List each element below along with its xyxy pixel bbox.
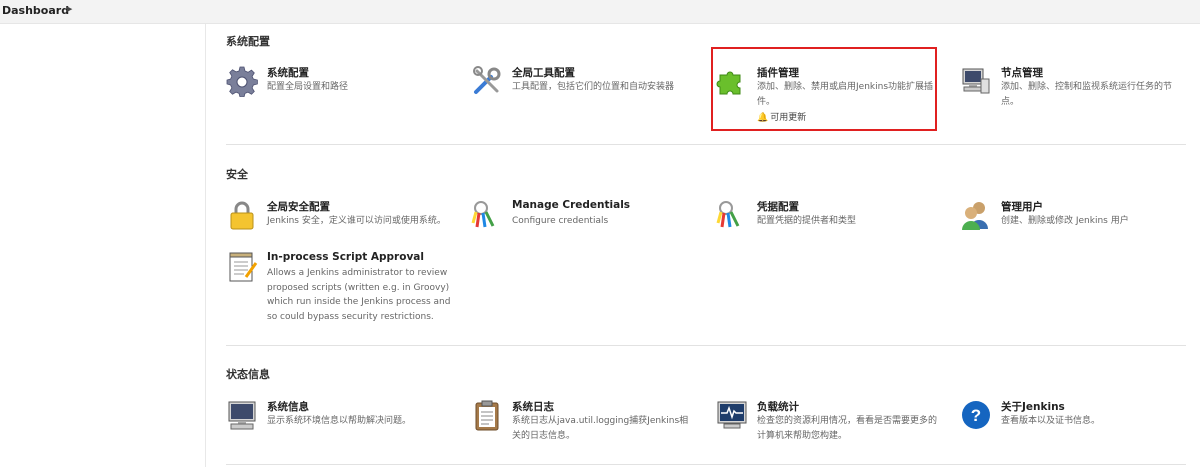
help-icon: ? [960, 399, 992, 431]
item-title: 系统日志 [512, 401, 554, 413]
notepad-icon [226, 251, 258, 283]
pulse-monitor-icon [716, 399, 748, 431]
item-desc: 配置全局设置和路径 [267, 82, 349, 92]
item-desc: 配置凭据的提供者和类型 [757, 216, 857, 226]
users-icon [960, 199, 992, 231]
item-desc: Allows a Jenkins administrator to review… [267, 268, 451, 322]
chevron-right-icon[interactable]: ▶ [67, 5, 72, 13]
svg-text:?: ? [971, 406, 981, 425]
highlight-box [711, 47, 937, 131]
side-panel [0, 24, 206, 467]
item-title: 全局安全配置 [267, 201, 330, 213]
gear-icon [226, 65, 258, 97]
item-desc: 检查您的资源利用情况，看看是否需要更多的计算机来帮助您构建。 [757, 416, 938, 441]
item-title: In-process Script Approval [267, 251, 424, 263]
item-title: Manage Credentials [512, 199, 631, 211]
item-title: 系统配置 [267, 67, 309, 79]
item-title: 负载统计 [757, 401, 799, 413]
item-desc: 添加、删除、控制和监视系统运行任务的节点。 [1001, 82, 1173, 107]
item-desc: Configure credentials [512, 216, 609, 226]
keys-search-icon [716, 199, 748, 231]
item-desc: 查看版本以及证书信息。 [1001, 416, 1101, 426]
keys-icon [471, 199, 503, 231]
item-title: 全局工具配置 [512, 67, 575, 79]
computer-icon [960, 65, 992, 97]
monitor-icon [226, 399, 258, 431]
item-desc: 创建、删除或修改 Jenkins 用户 [1001, 216, 1129, 226]
section-title: 安全 [226, 168, 248, 181]
item-title: 节点管理 [1001, 67, 1043, 79]
item-desc: 系统日志从java.util.logging捕获Jenkins相关的日志信息。 [512, 416, 689, 441]
breadcrumb-bar: Dashboard ▶ [0, 0, 1200, 24]
breadcrumb-dashboard[interactable]: Dashboard [2, 4, 69, 17]
section-title: 系统配置 [226, 35, 270, 48]
clipboard-icon [471, 399, 503, 431]
section-divider [226, 464, 1186, 465]
section-title: 状态信息 [226, 368, 270, 381]
item-title: 关于Jenkins [1001, 401, 1065, 413]
item-desc: 工具配置，包括它们的位置和自动安装器 [512, 82, 675, 92]
item-desc: Jenkins 安全，定义谁可以访问或使用系统。 [267, 216, 446, 226]
item-title: 凭据配置 [757, 201, 799, 213]
item-title: 管理用户 [1001, 201, 1043, 213]
lock-icon [226, 199, 258, 231]
tools-icon [471, 65, 503, 97]
item-desc: 显示系统环境信息以帮助解决问题。 [267, 416, 412, 426]
item-title: 系统信息 [267, 401, 309, 413]
